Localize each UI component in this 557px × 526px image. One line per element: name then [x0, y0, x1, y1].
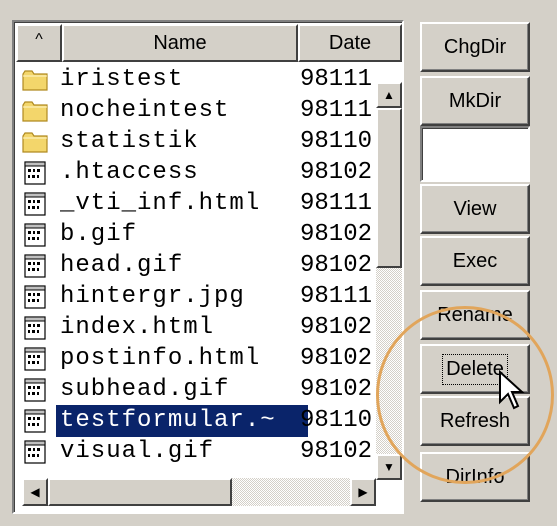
vertical-scroll-thumb[interactable] — [376, 108, 402, 268]
scroll-down-button[interactable]: ▼ — [376, 454, 402, 480]
file-row[interactable]: index.html 98102 — [16, 312, 396, 344]
ftp-file-window: ^ Name Date iristest 98111 nocheintest 9811… — [0, 0, 557, 526]
file-row[interactable]: statistik 98110 — [16, 126, 396, 158]
sort-column-header[interactable]: ^ — [16, 24, 62, 62]
arrow-right-icon: ▶ — [358, 485, 368, 499]
mouse-pointer-icon — [499, 370, 525, 410]
file-name: index.html — [60, 314, 215, 341]
file-name: b.gif — [60, 221, 138, 248]
horizontal-scrollbar[interactable]: ◀ ▶ — [22, 478, 376, 506]
file-name: postinfo.html — [60, 345, 261, 372]
file-name: subhead.gif — [60, 376, 230, 403]
file-icon — [22, 160, 48, 186]
rename-button[interactable]: Rename — [420, 290, 530, 340]
file-icon — [22, 439, 48, 465]
file-row[interactable]: head.gif 98102 — [16, 250, 396, 282]
vertical-scrollbar[interactable]: ▲ ▼ — [376, 82, 402, 480]
file-icon — [22, 346, 48, 372]
file-name: iristest — [60, 66, 184, 93]
arrow-down-icon: ▼ — [383, 460, 395, 474]
chgdir-button[interactable]: ChgDir — [420, 22, 530, 72]
file-list: ^ Name Date iristest 98111 nocheintest 9811… — [12, 20, 404, 514]
view-button[interactable]: View — [420, 184, 530, 234]
file-row[interactable]: visual.gif 98102 — [16, 436, 396, 468]
file-row[interactable]: .htaccess 98102 — [16, 157, 396, 189]
file-icon — [22, 377, 48, 403]
sort-caret-icon: ^ — [35, 31, 43, 48]
exec-button[interactable]: Exec — [420, 236, 530, 286]
file-row[interactable]: hintergr.jpg 98111 — [16, 281, 396, 313]
file-name: visual.gif — [60, 438, 215, 465]
scroll-up-button[interactable]: ▲ — [376, 82, 402, 108]
mkdir-button[interactable]: MkDir — [420, 76, 530, 126]
file-row[interactable]: _vti_inf.html 98111 — [16, 188, 396, 220]
file-row[interactable]: nocheintest 98111 — [16, 95, 396, 127]
file-name: head.gif — [60, 252, 184, 279]
dir-name-input[interactable] — [420, 126, 530, 182]
file-icon — [22, 408, 48, 434]
file-icon — [22, 253, 48, 279]
file-icon — [22, 315, 48, 341]
file-icon — [22, 222, 48, 248]
arrow-up-icon: ▲ — [383, 88, 395, 102]
folder-icon — [22, 67, 48, 93]
file-row[interactable]: subhead.gif 98102 — [16, 374, 396, 406]
date-column-header[interactable]: Date — [298, 24, 402, 62]
file-row[interactable]: testformular.~ 98110 — [16, 405, 396, 437]
name-column-header[interactable]: Name — [62, 24, 298, 62]
file-name: hintergr.jpg — [60, 283, 245, 310]
file-name: .htaccess — [60, 159, 199, 186]
file-row[interactable]: iristest 98111 — [16, 64, 396, 96]
file-icon — [22, 191, 48, 217]
folder-icon — [22, 98, 48, 124]
file-row[interactable]: postinfo.html 98102 — [16, 343, 396, 375]
arrow-left-icon: ◀ — [30, 485, 40, 499]
file-name: _vti_inf.html — [60, 190, 261, 217]
horizontal-scroll-thumb[interactable] — [48, 478, 232, 506]
dirinfo-button[interactable]: DirInfo — [420, 452, 530, 502]
file-name: nocheintest — [60, 97, 230, 124]
scroll-left-button[interactable]: ◀ — [22, 478, 48, 506]
file-row[interactable]: b.gif 98102 — [16, 219, 396, 251]
file-name: statistik — [60, 128, 199, 155]
folder-icon — [22, 129, 48, 155]
file-icon — [22, 284, 48, 310]
file-name: testformular.~ — [56, 405, 308, 437]
scroll-right-button[interactable]: ▶ — [350, 478, 376, 506]
